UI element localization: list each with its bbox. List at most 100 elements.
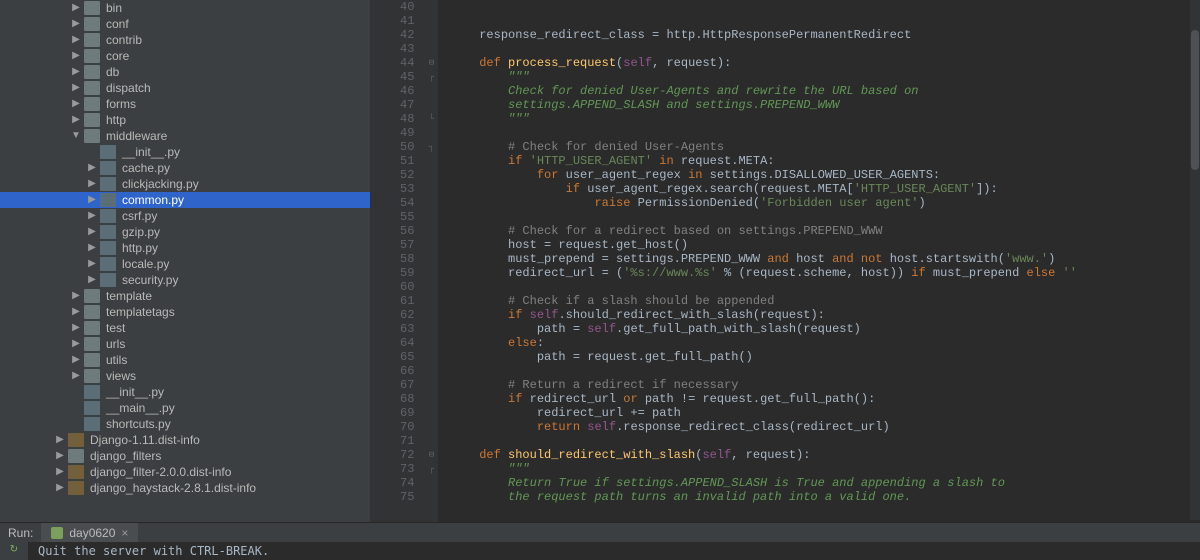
fold-marker[interactable] [424,84,438,98]
code-line[interactable]: if self.should_redirect_with_slash(reque… [450,308,1077,322]
tree-item[interactable]: ▶csrf.py [0,208,370,224]
code-line[interactable]: # Check if a slash should be appended [450,294,1077,308]
tree-item[interactable]: ▶Django-1.11.dist-info [0,432,370,448]
fold-marker[interactable]: ┌ [424,462,438,476]
fold-marker[interactable] [424,154,438,168]
chevron-right-icon[interactable]: ▶ [68,304,84,320]
code-line[interactable]: """ [450,112,1077,126]
console-toolbar[interactable]: ↻ [0,542,28,560]
code-line[interactable] [450,280,1077,294]
fold-marker[interactable] [424,336,438,350]
code-line[interactable]: the request path turns an invalid path i… [450,490,1077,504]
chevron-right-icon[interactable]: ▶ [68,16,84,32]
code-editor[interactable]: 4041424344454647484950515253545556575859… [382,0,1200,522]
chevron-right-icon[interactable]: ▶ [52,464,68,480]
chevron-down-icon[interactable]: ▼ [68,128,84,144]
fold-marker[interactable] [424,378,438,392]
tree-item[interactable]: ▶contrib [0,32,370,48]
code-line[interactable]: host = request.get_host() [450,238,1077,252]
fold-marker[interactable] [424,322,438,336]
fold-marker[interactable] [424,476,438,490]
tree-item[interactable]: ▶django_haystack-2.8.1.dist-info [0,480,370,496]
tree-item[interactable]: ▶bin [0,0,370,16]
code-line[interactable] [450,126,1077,140]
tree-item[interactable]: ▶templatetags [0,304,370,320]
chevron-right-icon[interactable]: ▶ [68,64,84,80]
fold-marker[interactable] [424,28,438,42]
chevron-right-icon[interactable]: ▶ [84,160,100,176]
tree-item[interactable]: ▶test [0,320,370,336]
tree-item[interactable]: ▶utils [0,352,370,368]
code-line[interactable]: """ [450,70,1077,84]
chevron-right-icon[interactable]: ▶ [84,176,100,192]
chevron-right-icon[interactable]: ▶ [68,352,84,368]
tree-item[interactable]: ▶http.py [0,240,370,256]
fold-marker[interactable] [424,14,438,28]
chevron-right-icon[interactable]: ▶ [52,448,68,464]
fold-marker[interactable] [424,252,438,266]
chevron-right-icon[interactable]: ▶ [68,320,84,336]
chevron-right-icon[interactable]: ▶ [68,112,84,128]
code-line[interactable] [450,364,1077,378]
code-line[interactable] [450,210,1077,224]
chevron-right-icon[interactable]: ▶ [68,48,84,64]
code-line[interactable]: redirect_url += path [450,406,1077,420]
chevron-right-icon[interactable]: ▶ [84,224,100,240]
fold-marker[interactable] [424,168,438,182]
code-line[interactable]: return self.response_redirect_class(redi… [450,420,1077,434]
tree-item[interactable]: ▶django_filters [0,448,370,464]
rerun-icon[interactable]: ↻ [10,544,18,555]
scrollbar-thumb[interactable] [1191,30,1199,170]
tree-item[interactable]: ▶views [0,368,370,384]
close-icon[interactable]: × [121,526,128,540]
chevron-right-icon[interactable]: ▶ [84,272,100,288]
code-line[interactable]: # Return a redirect if necessary [450,378,1077,392]
code-line[interactable]: Return True if settings.APPEND_SLASH is … [450,476,1077,490]
code-line[interactable]: path = request.get_full_path() [450,350,1077,364]
fold-marker[interactable] [424,98,438,112]
tree-item[interactable]: ▶__main__.py [0,400,370,416]
code-line[interactable]: """ [450,462,1077,476]
code-line[interactable]: Check for denied User-Agents and rewrite… [450,84,1077,98]
fold-column[interactable]: ⊟┌└┐⊟┌ [424,0,438,522]
code-line[interactable]: def process_request(self, request): [450,56,1077,70]
chevron-right-icon[interactable]: ▶ [52,432,68,448]
tree-item[interactable]: ▶cache.py [0,160,370,176]
fold-marker[interactable]: ⊟ [424,56,438,70]
tree-item[interactable]: ▶db [0,64,370,80]
tree-item[interactable]: ▶gzip.py [0,224,370,240]
fold-marker[interactable] [424,350,438,364]
fold-marker[interactable]: ⊟ [424,448,438,462]
fold-marker[interactable] [424,490,438,504]
scrollbar[interactable] [1190,0,1200,520]
fold-marker[interactable] [424,364,438,378]
code-line[interactable]: if 'HTTP_USER_AGENT' in request.META: [450,154,1077,168]
tree-item[interactable]: ▶__init__.py [0,384,370,400]
tree-item[interactable]: ▶forms [0,96,370,112]
tree-item[interactable]: ▶core [0,48,370,64]
code-line[interactable] [450,0,1077,14]
code-line[interactable]: else: [450,336,1077,350]
code-line[interactable]: if redirect_url or path != request.get_f… [450,392,1077,406]
code-line[interactable]: redirect_url = ('%s://www.%s' % (request… [450,266,1077,280]
code-line[interactable]: for user_agent_regex in settings.DISALLO… [450,168,1077,182]
chevron-right-icon[interactable]: ▶ [68,0,84,16]
code-line[interactable]: response_redirect_class = http.HttpRespo… [450,28,1077,42]
chevron-right-icon[interactable]: ▶ [84,256,100,272]
project-tree[interactable]: ▶bin▶conf▶contrib▶core▶db▶dispatch▶forms… [0,0,370,522]
chevron-right-icon[interactable]: ▶ [68,288,84,304]
code-line[interactable]: must_prepend = settings.PREPEND_WWW and … [450,252,1077,266]
fold-marker[interactable] [424,294,438,308]
tree-item[interactable]: ▶http [0,112,370,128]
fold-marker[interactable] [424,434,438,448]
fold-marker[interactable] [424,42,438,56]
tree-item[interactable]: ▶django_filter-2.0.0.dist-info [0,464,370,480]
fold-marker[interactable]: ┌ [424,70,438,84]
chevron-right-icon[interactable]: ▶ [68,32,84,48]
code-line[interactable]: # Check for a redirect based on settings… [450,224,1077,238]
code-line[interactable]: path = self.get_full_path_with_slash(req… [450,322,1077,336]
fold-marker[interactable] [424,126,438,140]
splitter[interactable] [370,0,382,522]
code-line[interactable]: if user_agent_regex.search(request.META[… [450,182,1077,196]
code-area[interactable]: response_redirect_class = http.HttpRespo… [438,0,1077,522]
